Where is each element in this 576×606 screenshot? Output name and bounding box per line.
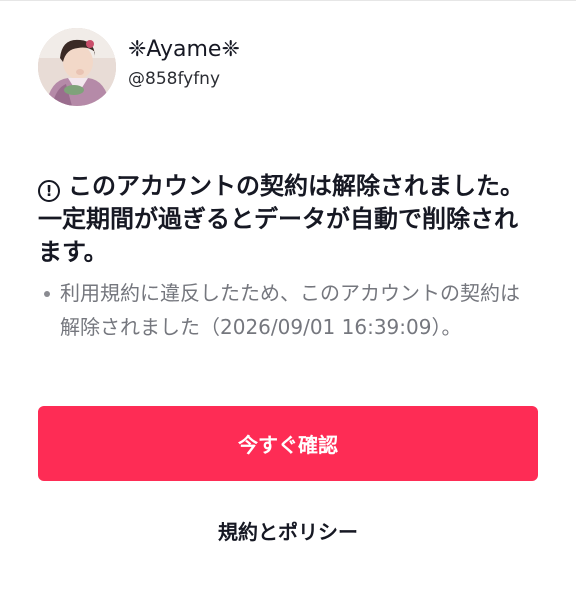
profile-header: ❈Ayame❈ @858fyfny: [38, 28, 240, 106]
profile-names: ❈Ayame❈ @858fyfny: [128, 36, 240, 90]
reason-text: 利用規約に違反したため、このアカウントの契約は解除されました（2026/09/0…: [60, 281, 520, 339]
termination-reason: 利用規約に違反したため、このアカウントの契約は解除されました（2026/09/0…: [38, 276, 528, 344]
alert-icon: !: [38, 180, 60, 202]
terms-and-policy-link[interactable]: 規約とポリシー: [0, 516, 576, 545]
avatar: [38, 28, 116, 106]
notice-headline: このアカウントの契約は解除されました。一定期間が過ぎるとデータが自動で削除されま…: [38, 172, 524, 266]
username-handle: @858fyfny: [128, 69, 221, 89]
display-name: ❈Ayame❈: [128, 37, 240, 62]
bullet-icon: [44, 291, 50, 297]
notice-headline-block: ! このアカウントの契約は解除されました。一定期間が過ぎるとデータが自動で削除され…: [38, 170, 538, 269]
termination-notice: ! このアカウントの契約は解除されました。一定期間が過ぎるとデータが自動で削除され…: [38, 170, 538, 269]
confirm-now-button[interactable]: 今すぐ確認: [38, 406, 538, 481]
avatar-photo: [38, 28, 116, 106]
top-divider: [0, 0, 576, 1]
